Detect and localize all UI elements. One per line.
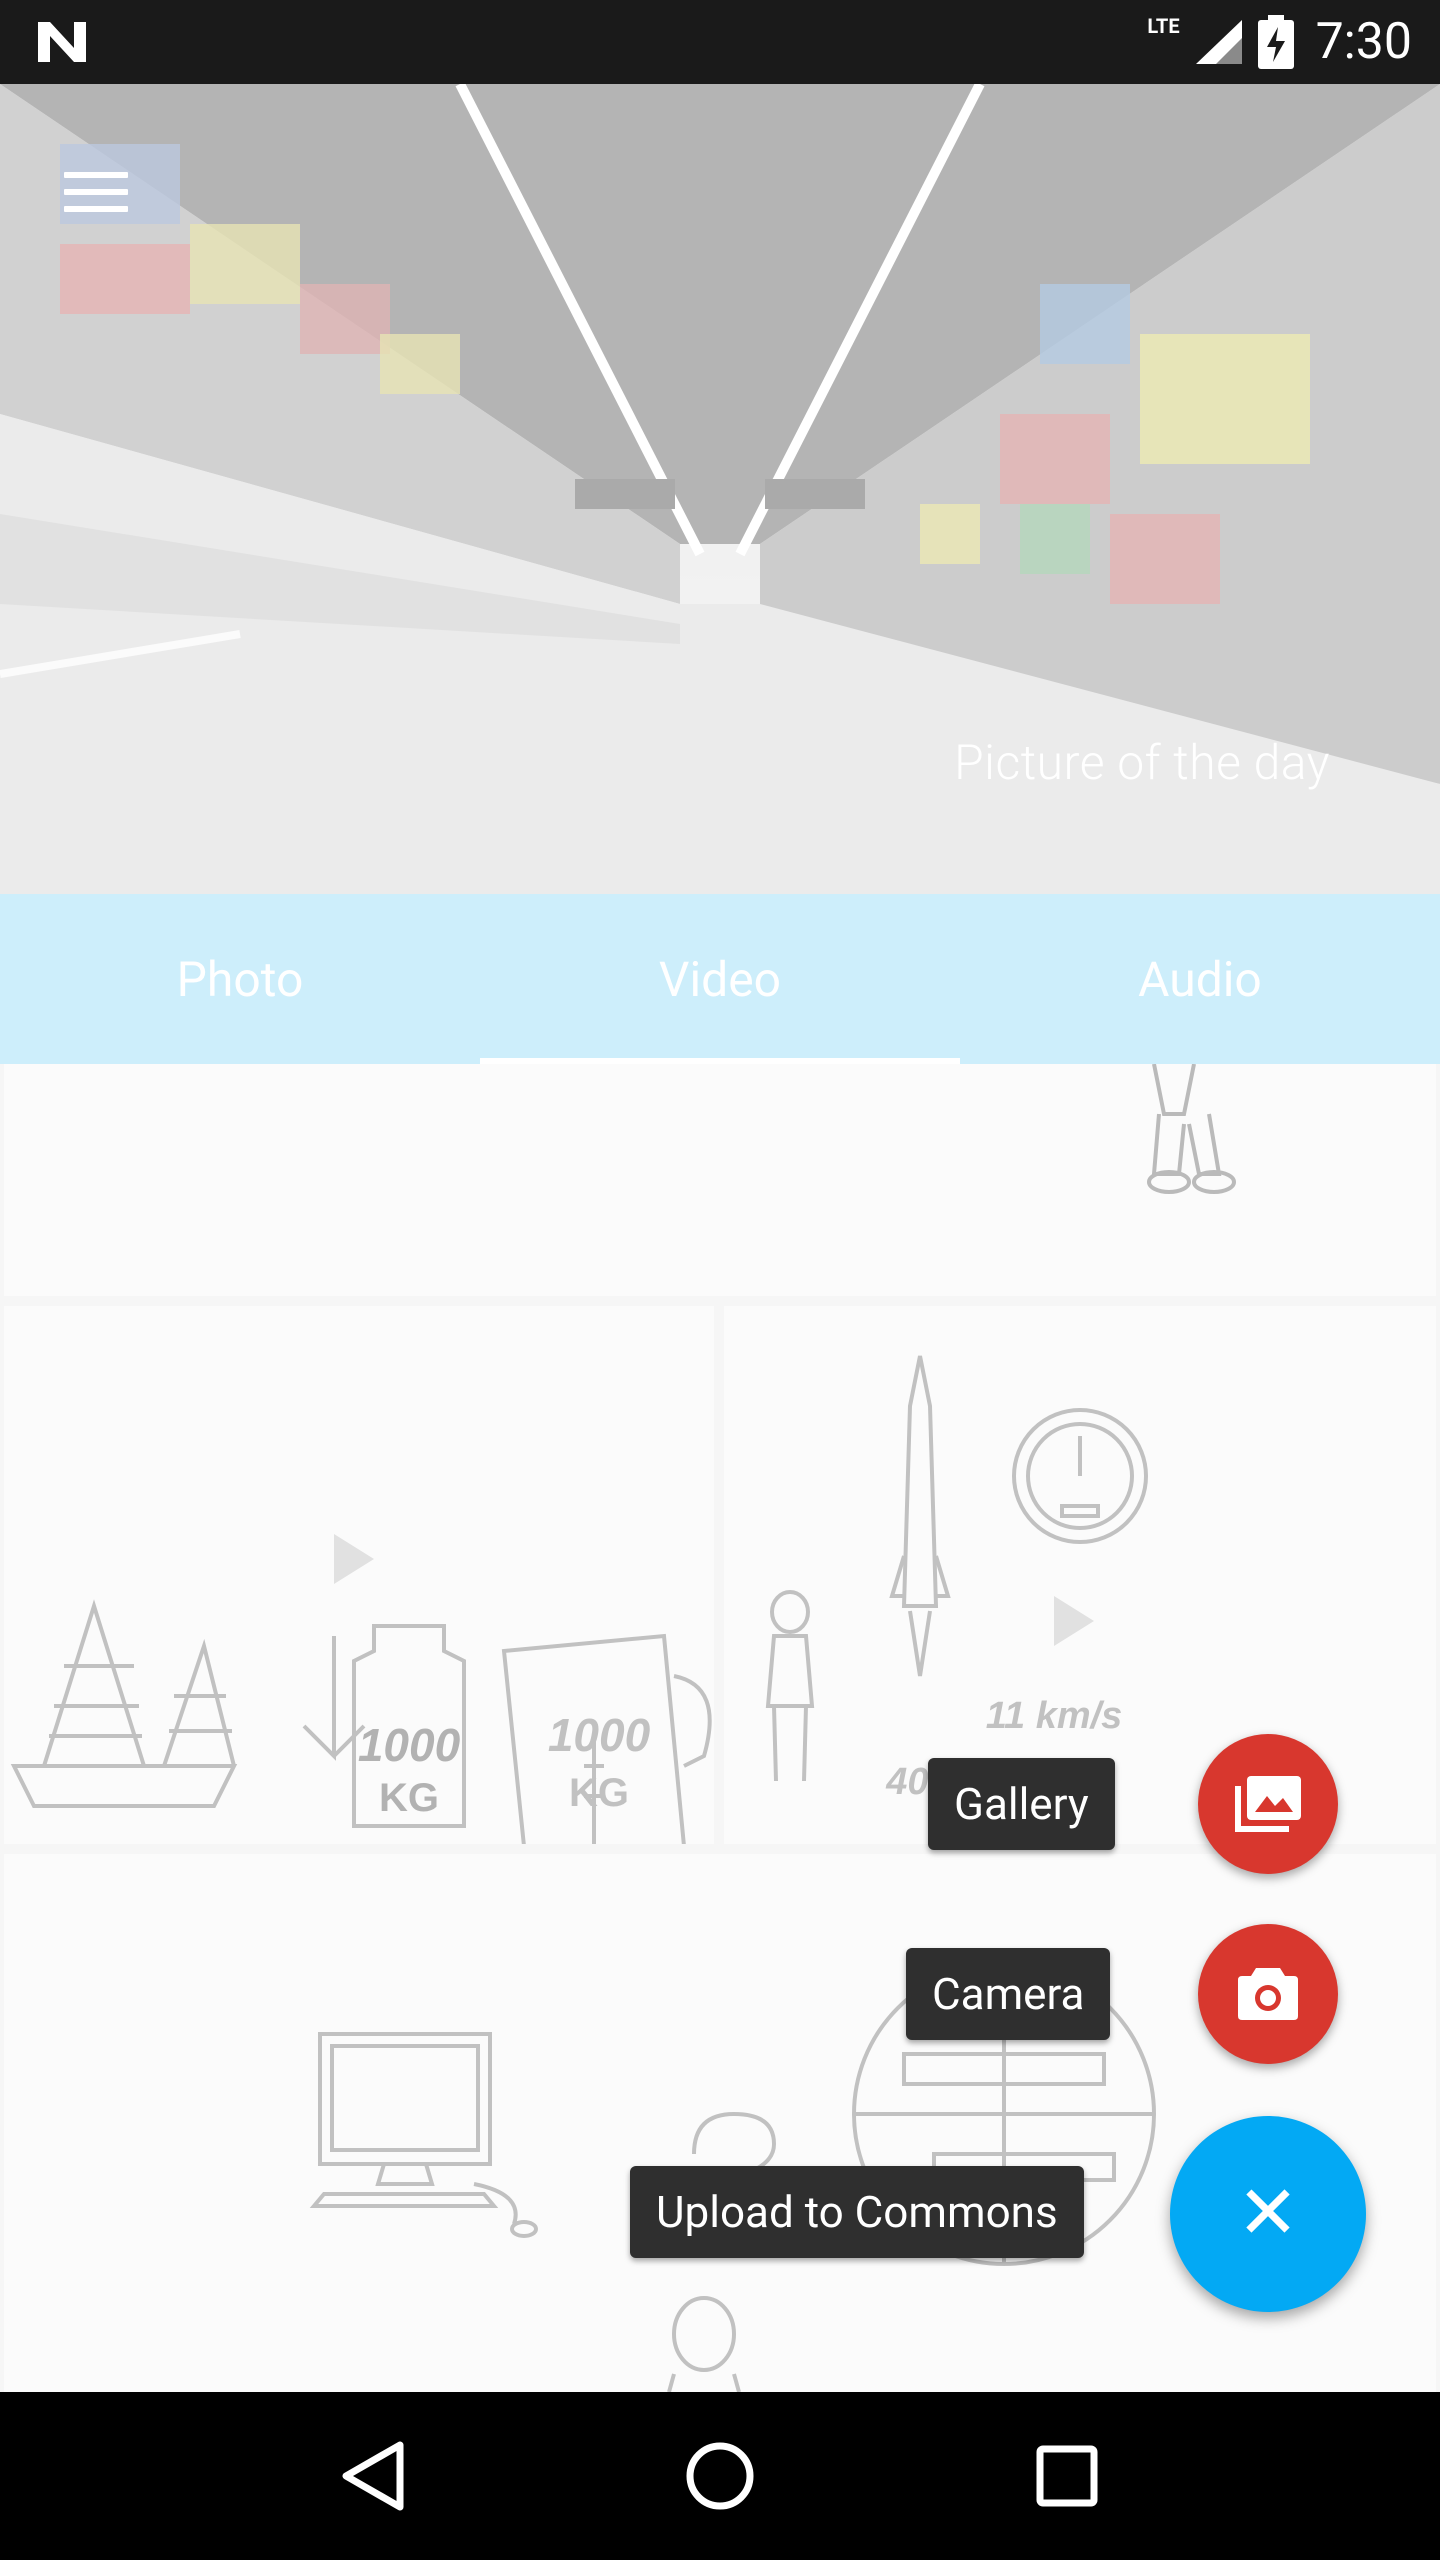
computer-satellite-thumbnail xyxy=(309,1962,1156,2392)
gallery-fab-label[interactable]: Gallery xyxy=(928,1758,1115,1850)
picture-of-the-day-caption: Picture of the day xyxy=(954,734,1330,791)
upload-fab-label[interactable]: Upload to Commons xyxy=(630,2166,1084,2258)
tab-video[interactable]: Video xyxy=(480,894,960,1064)
gallery-fab-button[interactable] xyxy=(1198,1734,1338,1874)
weight-unit: KG xyxy=(379,1776,439,1820)
video-tile[interactable] xyxy=(4,1064,1436,1296)
camera-icon xyxy=(1238,1968,1298,2020)
system-navigation-bar xyxy=(0,2392,1440,2560)
camera-fab-button[interactable] xyxy=(1198,1924,1338,2064)
jug-label: 1000 xyxy=(548,1709,651,1761)
play-icon[interactable] xyxy=(334,1534,374,1584)
close-icon: ✕ xyxy=(1236,2170,1299,2257)
weight-comparison-thumbnail: 1000 KG 1000 KG xyxy=(10,1534,712,1844)
gallery-icon xyxy=(1235,1776,1301,1832)
jug-unit: KG xyxy=(569,1771,629,1815)
status-bar: LTE 7:30 xyxy=(0,0,1440,84)
camera-fab-label[interactable]: Camera xyxy=(906,1948,1111,2040)
speed-km-s: 11 km/s xyxy=(986,1695,1123,1737)
cartoon-boy-thumbnail xyxy=(1147,1064,1236,1194)
recents-square-icon[interactable] xyxy=(1007,2416,1127,2536)
weight-label: 1000 xyxy=(358,1719,461,1771)
play-icon[interactable] xyxy=(1054,1596,1094,1646)
home-circle-icon[interactable] xyxy=(660,2416,780,2536)
hamburger-menu-icon[interactable] xyxy=(54,150,138,234)
signal-icon xyxy=(1195,20,1242,64)
tab-audio[interactable]: Audio xyxy=(960,894,1440,1064)
media-tabs: Photo Video Audio xyxy=(0,894,1440,1064)
clock: 7:30 xyxy=(1315,13,1412,71)
back-triangle-icon[interactable] xyxy=(313,2416,433,2536)
upload-fab-button[interactable]: ✕ xyxy=(1170,2116,1366,2312)
network-type: LTE xyxy=(1147,14,1180,38)
video-tile[interactable] xyxy=(4,1854,1436,2392)
video-tile[interactable]: 1000 KG 1000 KG xyxy=(4,1306,714,1844)
tab-photo[interactable]: Photo xyxy=(0,894,480,1064)
picture-of-the-day[interactable]: Picture of the day xyxy=(0,84,1440,894)
battery-charging-icon xyxy=(1257,15,1294,69)
notification-n-icon xyxy=(38,22,86,62)
